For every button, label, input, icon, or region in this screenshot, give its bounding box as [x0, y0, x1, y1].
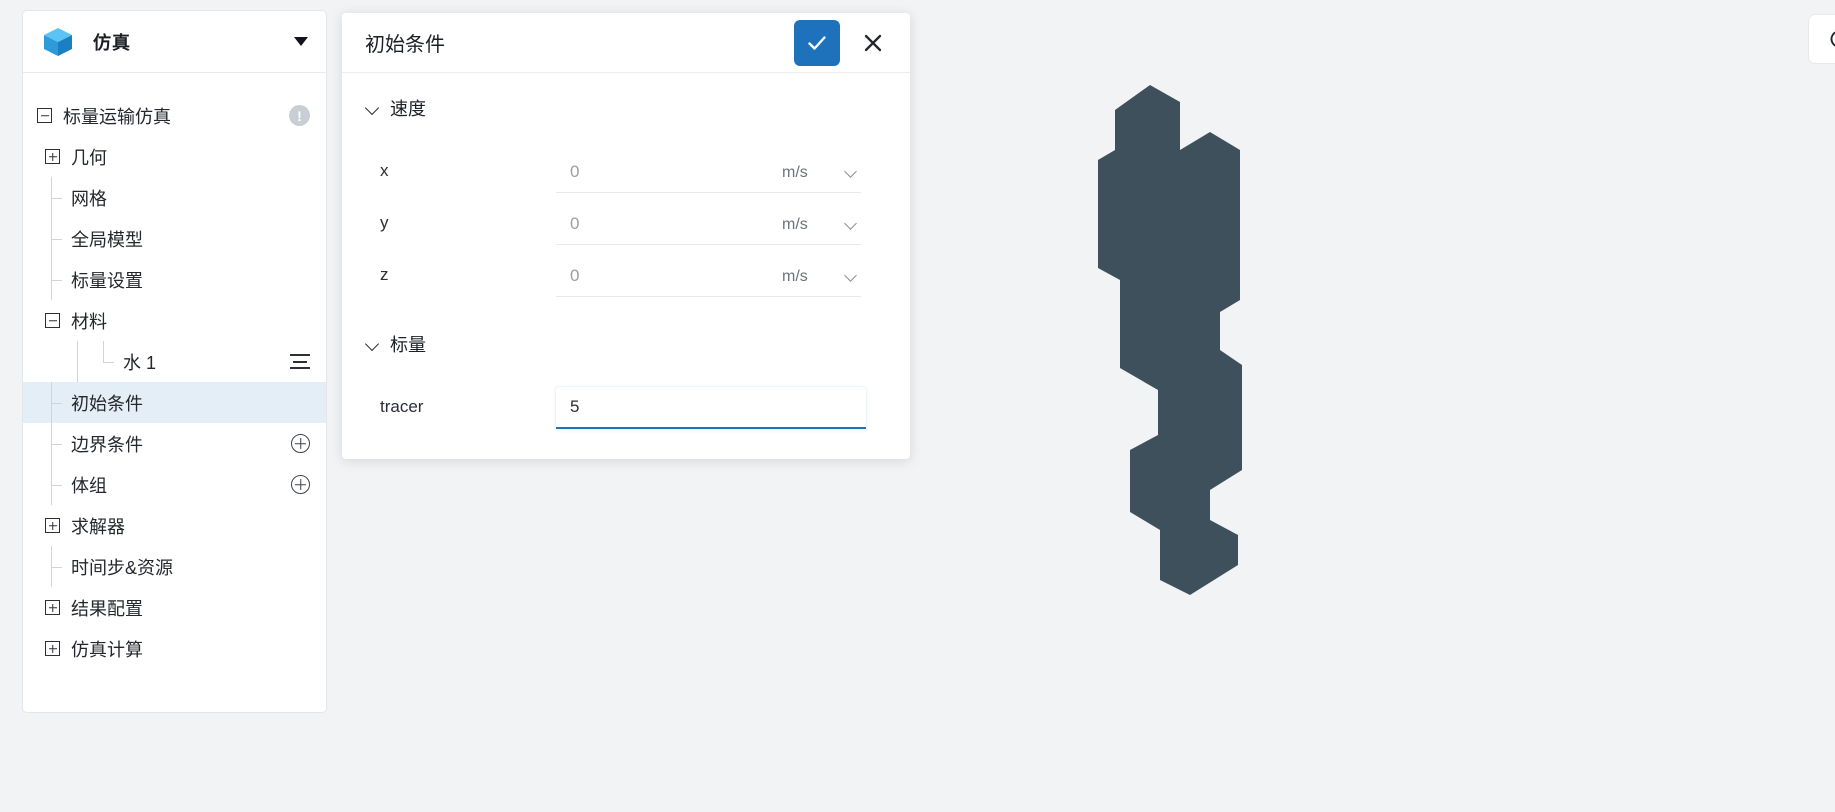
- scalar-section: 标量 tracer: [366, 331, 886, 429]
- tree-item-6[interactable]: 水 1: [23, 341, 326, 382]
- dialog-body: 速度 x m/s y m/s z m/s 标量 tracer: [342, 73, 910, 459]
- check-icon: [808, 35, 826, 50]
- initial-conditions-dialog: 初始条件 速度 x m/s y m/s z m/s: [342, 13, 910, 459]
- unit-label: m/s: [782, 164, 808, 181]
- chevron-down-icon: [845, 219, 857, 231]
- velocity-y-input[interactable]: [556, 214, 768, 245]
- tree-elbow: [45, 259, 71, 300]
- add-button[interactable]: [291, 475, 310, 494]
- tree-item-label: 边界条件: [71, 434, 143, 455]
- expand-icon[interactable]: [45, 641, 60, 656]
- tree-item-10[interactable]: 求解器: [23, 505, 326, 546]
- tree-item-label: 标量设置: [71, 270, 143, 291]
- unit-label: m/s: [782, 268, 808, 285]
- expand-icon[interactable]: [45, 600, 60, 615]
- tree-item-label: 标量运输仿真: [63, 106, 171, 127]
- plus-circle-icon: [291, 434, 310, 453]
- plus-circle-icon: [291, 475, 310, 494]
- velocity-z-unit-select[interactable]: m/s: [768, 268, 861, 297]
- velocity-y-row: y m/s: [366, 193, 886, 245]
- rotate-icon: [1830, 31, 1835, 47]
- collapse-icon[interactable]: [45, 313, 60, 328]
- tree-item-3[interactable]: 全局模型: [23, 218, 326, 259]
- velocity-z-label: z: [380, 265, 389, 284]
- tree-item-label: 网格: [71, 188, 107, 209]
- dialog-header: 初始条件: [342, 13, 910, 73]
- tree-item-label: 水 1: [123, 352, 157, 373]
- tree-item-2[interactable]: 网格: [23, 177, 326, 218]
- close-icon: [864, 34, 882, 51]
- material-menu-button[interactable]: [290, 354, 310, 369]
- tree-item-label: 求解器: [71, 516, 125, 537]
- dialog-actions: [794, 19, 896, 66]
- collapse-icon[interactable]: [37, 108, 52, 123]
- chevron-down-icon: [845, 271, 857, 283]
- tree-item-label: 体组: [71, 475, 107, 496]
- tree-item-label: 仿真计算: [71, 639, 143, 660]
- velocity-section-header[interactable]: 速度: [366, 95, 886, 121]
- chevron-down-icon: [366, 102, 379, 115]
- velocity-x-row: x m/s: [366, 141, 886, 193]
- velocity-x-input[interactable]: [556, 162, 768, 193]
- tree-item-0[interactable]: 标量运输仿真!: [23, 95, 326, 136]
- velocity-y-label: y: [380, 213, 389, 232]
- tree-item-5[interactable]: 材料: [23, 300, 326, 341]
- tree-item-label: 材料: [71, 311, 107, 332]
- velocity-fields: x m/s y m/s z m/s: [366, 141, 886, 297]
- velocity-x-label: x: [380, 161, 389, 180]
- app-title: 仿真: [93, 32, 131, 53]
- velocity-section-label: 速度: [390, 99, 426, 119]
- velocity-x-unit-select[interactable]: m/s: [768, 164, 861, 193]
- tree-item-4[interactable]: 标量设置: [23, 259, 326, 300]
- tree-item-label: 初始条件: [71, 393, 143, 414]
- tree-item-1[interactable]: 几何: [23, 136, 326, 177]
- confirm-button[interactable]: [794, 19, 840, 66]
- caret-down-icon[interactable]: [294, 37, 308, 46]
- tree-elbow: [45, 218, 71, 259]
- dialog-title: 初始条件: [365, 34, 445, 56]
- tracer-input[interactable]: [556, 387, 866, 427]
- add-button[interactable]: [291, 434, 310, 453]
- expand-icon[interactable]: [45, 518, 60, 533]
- tree-item-8[interactable]: 边界条件: [23, 423, 326, 464]
- tree-elbow: [45, 382, 71, 423]
- velocity-z-row: z m/s: [366, 245, 886, 297]
- tracer-input-wrapper[interactable]: [556, 387, 866, 429]
- tree-item-label: 时间步&资源: [71, 557, 174, 578]
- tree-stem: [71, 341, 97, 382]
- sidebar-header: 仿真: [23, 11, 326, 73]
- expand-icon[interactable]: [45, 149, 60, 164]
- cube-icon: [44, 27, 72, 56]
- tree-elbow: [45, 423, 71, 464]
- unit-label: m/s: [782, 216, 808, 233]
- simulation-tree: 标量运输仿真! 几何网格全局模型标量设置材料水 1 初始条件边界条件体组求解器时间步…: [23, 73, 326, 712]
- tree-elbow: [97, 341, 123, 382]
- scalar-section-label: 标量: [390, 335, 426, 355]
- geometry-model[interactable]: [1070, 50, 1320, 610]
- warning-badge-icon[interactable]: !: [289, 105, 310, 126]
- tree-item-label: 全局模型: [71, 229, 143, 250]
- reset-view-button[interactable]: [1808, 14, 1835, 64]
- tree-item-9[interactable]: 体组: [23, 464, 326, 505]
- tree-item-label: 几何: [71, 147, 107, 168]
- tree-elbow: [45, 177, 71, 218]
- chevron-down-icon: [366, 338, 379, 351]
- list-icon: [290, 354, 310, 369]
- tree-item-13[interactable]: 仿真计算: [23, 628, 326, 669]
- tree-elbow: [45, 464, 71, 505]
- sidebar: 仿真 标量运输仿真! 几何网格全局模型标量设置材料水 1 初始条件边界条件体组求解器…: [22, 10, 327, 713]
- tracer-label: tracer: [380, 397, 424, 416]
- tree-item-12[interactable]: 结果配置: [23, 587, 326, 628]
- tree-elbow: [45, 546, 71, 587]
- chevron-down-icon: [845, 167, 857, 179]
- close-button[interactable]: [850, 19, 896, 66]
- tree-item-label: 结果配置: [71, 598, 143, 619]
- tree-item-7[interactable]: 初始条件: [23, 382, 326, 423]
- tree-item-11[interactable]: 时间步&资源: [23, 546, 326, 587]
- scalar-section-header[interactable]: 标量: [366, 331, 886, 357]
- velocity-y-unit-select[interactable]: m/s: [768, 216, 861, 245]
- tracer-field-row: tracer: [366, 377, 886, 429]
- velocity-z-input[interactable]: [556, 266, 768, 297]
- app-root: 仿真 标量运输仿真! 几何网格全局模型标量设置材料水 1 初始条件边界条件体组求解器…: [0, 0, 1835, 812]
